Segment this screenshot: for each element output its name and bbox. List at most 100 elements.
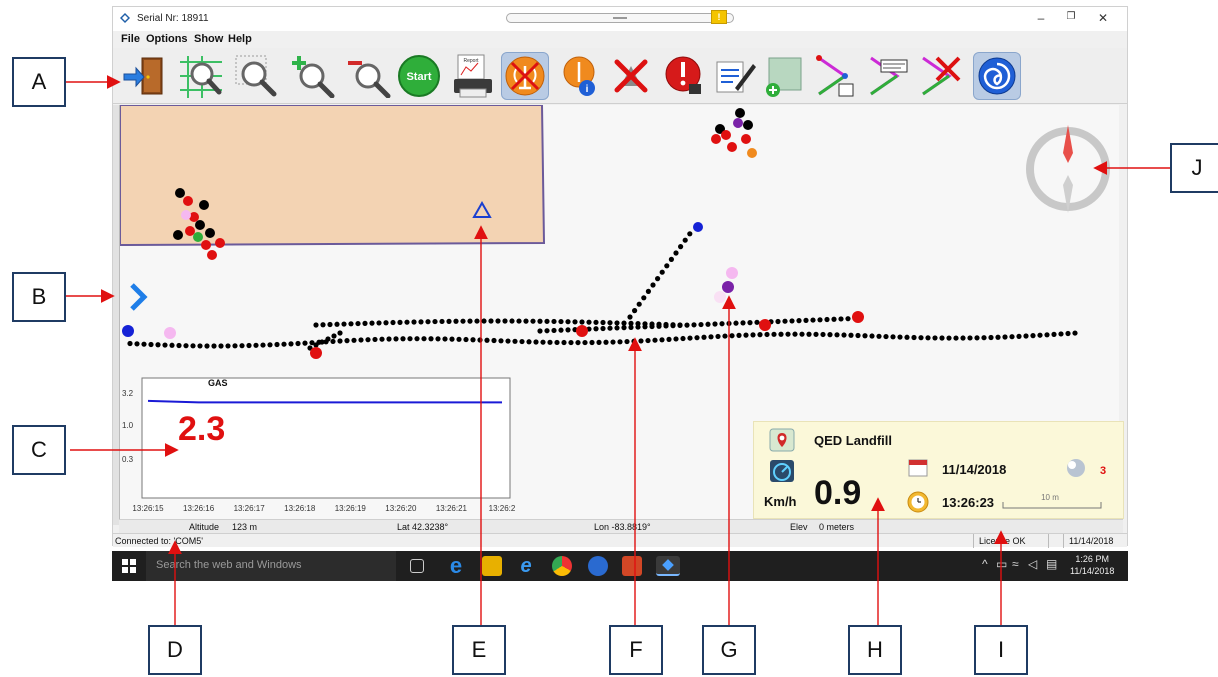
alarm-button[interactable] xyxy=(659,52,707,100)
satellite-off-button[interactable] xyxy=(607,52,655,100)
windows-taskbar: Search the web and Windows e e ^ ▭ ≈ ◁ ▤… xyxy=(112,551,1128,581)
gps-point xyxy=(824,316,830,323)
gps-point xyxy=(393,336,399,342)
warning-icon[interactable]: ! xyxy=(711,10,727,24)
gps-point xyxy=(670,323,676,329)
gps-point xyxy=(631,338,637,344)
gps-point xyxy=(1065,330,1071,337)
clock-icon xyxy=(907,491,929,513)
gps-point xyxy=(1023,333,1029,339)
gps-point xyxy=(155,342,161,348)
menu-help[interactable]: Help xyxy=(228,33,252,45)
gps-purple-point xyxy=(722,281,734,293)
active-app-taskbar-icon[interactable] xyxy=(656,556,680,576)
gps-point xyxy=(330,338,336,345)
gps-point xyxy=(390,319,396,326)
gps-point xyxy=(862,333,868,339)
gps-point xyxy=(743,332,749,338)
exit-button[interactable] xyxy=(121,52,169,100)
close-button[interactable]: ✕ xyxy=(1093,11,1113,25)
path-select-button[interactable] xyxy=(813,52,861,100)
gps-point xyxy=(834,332,840,338)
zoom-out-button[interactable] xyxy=(345,52,393,100)
gps-point xyxy=(372,336,378,343)
gps-point xyxy=(607,325,613,331)
report-print-button[interactable]: Report xyxy=(449,52,497,100)
gps-point xyxy=(838,316,844,322)
zoom-in-button[interactable] xyxy=(289,52,337,100)
gps-point xyxy=(169,342,175,348)
gps-point xyxy=(204,343,210,349)
add-map-button[interactable] xyxy=(761,52,809,100)
volume-icon[interactable]: ◁ xyxy=(1028,557,1037,571)
wifi-icon[interactable]: ≈ xyxy=(1012,557,1019,571)
callout-d: D xyxy=(148,625,202,675)
gps-point xyxy=(313,342,319,348)
notifications-icon[interactable]: ▤ xyxy=(1046,557,1057,571)
callout-g: G xyxy=(702,625,756,675)
gps-cluster-point xyxy=(735,108,745,118)
gps-point xyxy=(334,321,340,327)
windows-start-icon[interactable] xyxy=(122,559,136,573)
file-explorer-icon[interactable] xyxy=(482,556,502,576)
powerpoint-icon[interactable] xyxy=(622,556,642,576)
expand-chevron-icon[interactable] xyxy=(130,283,148,311)
gps-point xyxy=(607,320,613,326)
internet-explorer-icon[interactable]: e xyxy=(516,555,536,577)
gps-point xyxy=(348,321,354,327)
gps-point xyxy=(232,343,238,349)
battery-icon[interactable]: ▭ xyxy=(996,557,1007,571)
menu-options[interactable]: Options xyxy=(146,33,188,45)
elevation-value: 0 meters xyxy=(819,522,855,532)
satellite-off-icon xyxy=(614,59,648,93)
zoom-select-button[interactable] xyxy=(233,52,281,100)
gps-point xyxy=(1044,332,1050,338)
map-zoom-button[interactable] xyxy=(177,52,225,100)
maximize-button[interactable]: ❐ xyxy=(1061,11,1081,22)
coordinate-status-row: Altitude 123 m Lat 42.3238° Lon -83.8819… xyxy=(119,519,1123,533)
gps-point xyxy=(379,336,385,342)
gps-cluster-point xyxy=(721,130,731,140)
task-view-icon[interactable] xyxy=(410,559,424,573)
gps-point xyxy=(603,339,609,345)
gps-point xyxy=(680,335,686,342)
app-swirl-taskbar-icon[interactable] xyxy=(588,556,608,576)
edge-browser-icon[interactable]: e xyxy=(446,553,466,578)
chrome-icon[interactable] xyxy=(552,556,572,576)
gps-cluster-point xyxy=(193,232,203,242)
gas-x-tick: 13:26:18 xyxy=(284,504,316,513)
menu-show[interactable]: Show xyxy=(194,33,223,45)
menu-file[interactable]: File xyxy=(121,33,140,45)
gps-point xyxy=(701,334,707,340)
callout-b: B xyxy=(12,272,66,322)
gas-x-tick: 13:26:21 xyxy=(436,504,468,513)
gps-point xyxy=(418,319,424,325)
gps-point xyxy=(407,336,413,342)
gps-point xyxy=(792,331,798,337)
start-button[interactable]: Start xyxy=(395,52,443,100)
gps-point xyxy=(260,342,266,348)
swirl-button[interactable] xyxy=(973,52,1021,100)
signal-info-button[interactable]: i xyxy=(555,52,603,100)
gps-cluster-point xyxy=(215,238,225,248)
gps-point xyxy=(621,320,627,326)
gps-point xyxy=(771,331,777,337)
gps-point xyxy=(617,339,623,345)
gps-point xyxy=(911,334,917,341)
path-delete-button[interactable] xyxy=(917,52,965,100)
tray-chevron-icon[interactable]: ^ xyxy=(982,557,988,571)
edit-coordinates-button[interactable] xyxy=(711,52,759,100)
title-drag-handle[interactable] xyxy=(506,13,734,23)
zoom-in-icon xyxy=(292,56,335,98)
taskbar-clock[interactable]: 1:26 PM 11/14/2018 xyxy=(1070,553,1114,577)
gps-point xyxy=(636,301,642,307)
gps-point xyxy=(561,339,567,346)
signal-off-button[interactable] xyxy=(501,52,549,100)
minimize-button[interactable]: – xyxy=(1031,11,1051,25)
gps-point xyxy=(537,328,543,334)
gas-chart: GAS 2.3 3.2 1.0 0.3 13:26:15 13:26:16 13:26:… xyxy=(118,376,518,516)
gps-point xyxy=(1037,332,1043,338)
gps-point xyxy=(789,318,795,324)
taskbar-search-input[interactable]: Search the web and Windows xyxy=(146,551,396,581)
path-coordinates-button[interactable] xyxy=(865,52,913,100)
